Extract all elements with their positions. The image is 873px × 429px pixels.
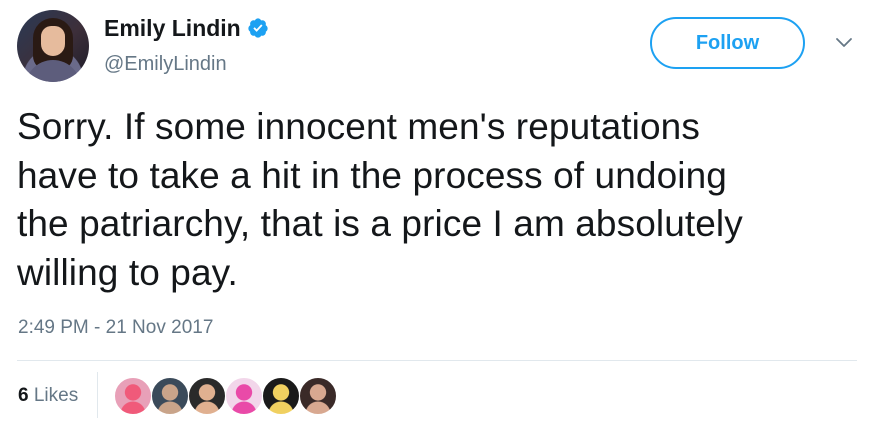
follow-button[interactable]: Follow: [650, 17, 805, 69]
avatar-face: [41, 26, 65, 56]
avatar-shoulders: [25, 60, 81, 82]
tweet-text-line: the patriarchy, that is a price I am abs…: [17, 203, 743, 244]
author-handle[interactable]: @EmilyLindin: [104, 52, 227, 76]
stats-vertical-divider: [97, 372, 98, 418]
tweet-timestamp[interactable]: 2:49 PM - 21 Nov 2017: [18, 316, 213, 340]
stats-divider: [17, 360, 857, 361]
author-name-row: Emily Lindin: [104, 14, 269, 42]
tweet-text-line: Sorry. If some innocent men's reputation…: [17, 106, 700, 147]
author-avatar[interactable]: [17, 10, 89, 82]
liker-avatar-3[interactable]: [188, 377, 226, 415]
liker-avatar-5[interactable]: [262, 377, 300, 415]
tweet-card: Emily Lindin @EmilyLindin Follow Sorry. …: [0, 0, 873, 429]
liker-avatar-4[interactable]: [225, 377, 263, 415]
likes-label: Likes: [33, 385, 79, 406]
chevron-down-icon[interactable]: [834, 36, 854, 50]
tweet-text-line: willing to pay.: [17, 251, 238, 293]
liker-avatar-6[interactable]: [299, 377, 337, 415]
tweet-text-line: have to take a hit in the process of und…: [17, 154, 727, 196]
likes-count: 6: [18, 385, 29, 406]
author-display-name[interactable]: Emily Lindin: [104, 14, 241, 42]
liker-avatar-1[interactable]: [114, 377, 152, 415]
verified-badge-icon: [248, 18, 268, 38]
liker-avatar-2[interactable]: [151, 377, 189, 415]
tweet-text: Sorry. If some innocent men's reputation…: [17, 103, 857, 297]
likes-stat[interactable]: 6 Likes: [18, 384, 78, 408]
